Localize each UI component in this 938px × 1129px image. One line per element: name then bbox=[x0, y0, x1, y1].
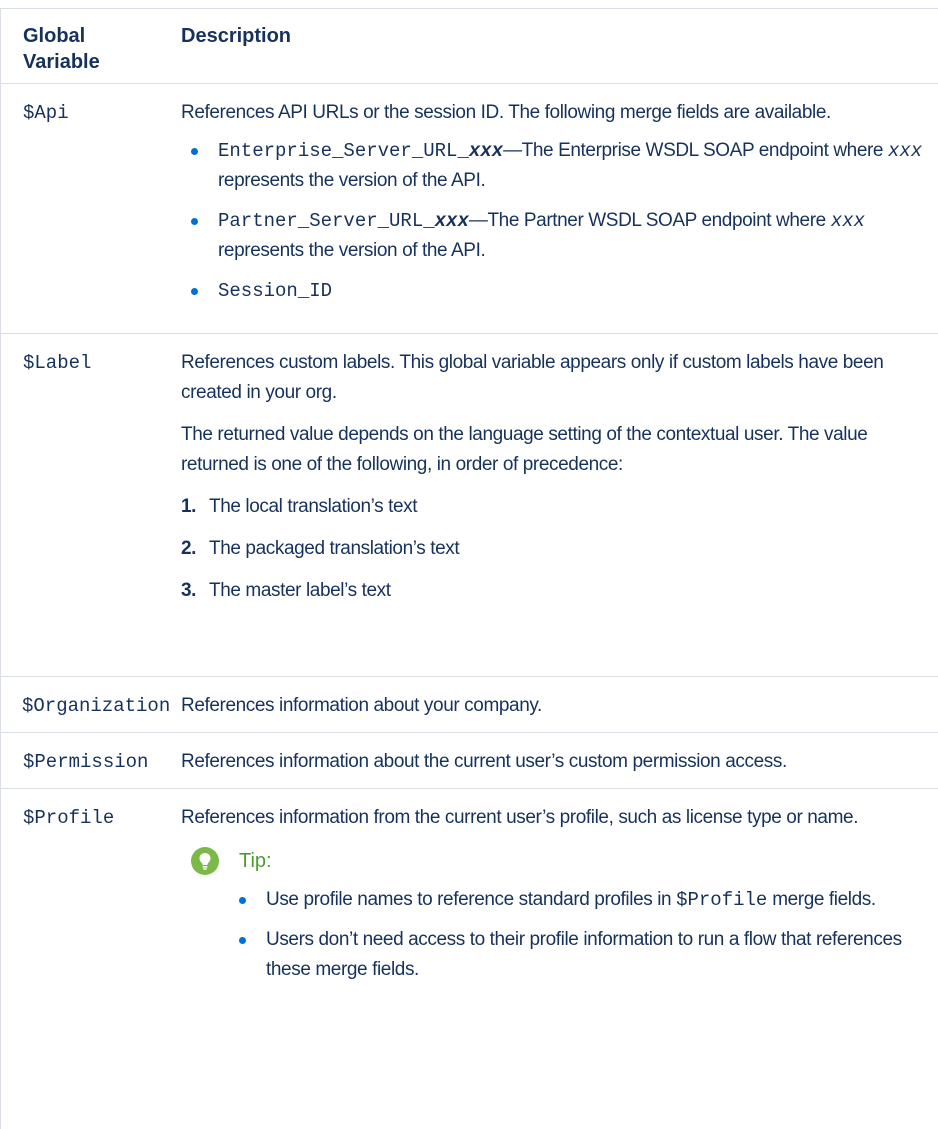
row-description: References API URLs or the session ID. T… bbox=[181, 102, 831, 123]
table-row-permission: $Permission References information about… bbox=[1, 733, 938, 789]
merge-field-list: Enterprise_Server_URL_xxx—The Enterprise… bbox=[181, 136, 938, 306]
row-description: References information about the current… bbox=[181, 751, 787, 772]
list-item: Users don’t need access to their profile… bbox=[229, 925, 938, 985]
header-global-variable: Global Variable bbox=[1, 9, 171, 83]
list-item: 3. The master label’s text bbox=[181, 580, 391, 601]
header-description: Description bbox=[181, 25, 292, 47]
lightbulb-icon bbox=[191, 847, 219, 875]
list-item: 1. The local translation’s text bbox=[181, 496, 418, 517]
table-row-profile: $Profile References information from the… bbox=[1, 789, 938, 1129]
header-col1-line1: Global bbox=[23, 25, 86, 47]
variable-name: $Api bbox=[23, 102, 69, 124]
tip-list: Use profile names to reference standard … bbox=[229, 885, 938, 985]
list-item: Session_ID bbox=[181, 276, 938, 306]
table-row-organization: $Organization References information abo… bbox=[1, 677, 938, 733]
tip-label: Tip: bbox=[239, 849, 272, 872]
variable-name: $Permission bbox=[23, 751, 149, 773]
table-row-api: $Api References API URLs or the session … bbox=[1, 84, 938, 334]
row-description: References information about your compan… bbox=[181, 695, 542, 716]
header-col1-line2: Variable bbox=[23, 51, 100, 73]
tip-callout: Tip: Use profile names to reference stan… bbox=[181, 845, 938, 985]
global-variables-table: Global Variable Description $Api Referen… bbox=[0, 8, 938, 1129]
row-description: References information from the current … bbox=[181, 807, 859, 828]
variable-name: $Label bbox=[23, 352, 92, 374]
list-item: Partner_Server_URL_xxx—The Partner WSDL … bbox=[181, 206, 938, 266]
variable-name: $Profile bbox=[23, 807, 115, 829]
table-row-label: $Label References custom labels. This gl… bbox=[1, 334, 938, 677]
row-description-2: The returned value depends on the langua… bbox=[181, 424, 868, 475]
list-item: 2. The packaged translation’s text bbox=[181, 538, 460, 559]
list-item: Enterprise_Server_URL_xxx—The Enterprise… bbox=[181, 136, 938, 196]
table-header: Global Variable Description bbox=[1, 9, 938, 84]
variable-name: $Organization bbox=[22, 695, 171, 717]
precedence-list: 1. The local translation’s text 2. The pac… bbox=[181, 492, 938, 606]
row-description: References custom labels. This global va… bbox=[181, 352, 884, 403]
list-item: Use profile names to reference standard … bbox=[229, 885, 938, 915]
